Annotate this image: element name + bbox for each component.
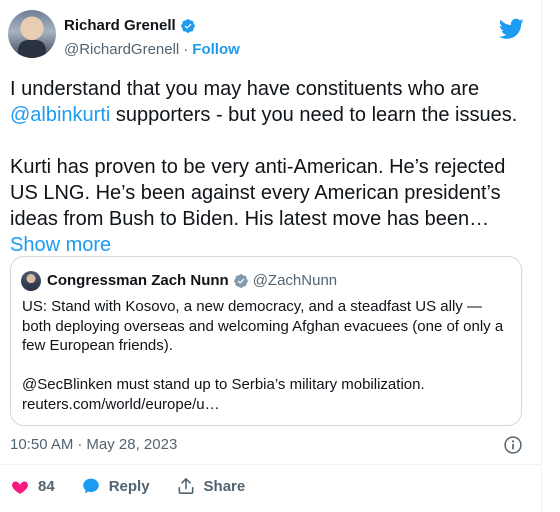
heart-icon: [12, 481, 28, 494]
dot-separator: ·: [77, 436, 83, 453]
share-icon: [178, 478, 194, 494]
follow-button[interactable]: Follow: [192, 41, 240, 58]
quoted-line: @SecBlinken must stand up to Serbia’s mi…: [22, 376, 425, 393]
action-bar: 84 Reply Share: [10, 476, 245, 496]
mention-link[interactable]: @albinkurti: [10, 104, 110, 126]
share-button[interactable]: Share: [176, 476, 246, 496]
reply-bubble-icon: [82, 478, 99, 494]
tweet-paragraph-1: I understand that you may have constitue…: [10, 76, 525, 128]
author-avatar[interactable]: [8, 10, 56, 58]
author-handle[interactable]: @RichardGrenell: [64, 41, 179, 58]
tweet-text: Kurti has proven to be very anti-America…: [10, 156, 506, 230]
quoted-author-avatar: [21, 271, 41, 291]
tweet-text: supporters - but you need to learn the i…: [110, 104, 518, 126]
quoted-tweet-body: US: Stand with Kosovo, a new democracy, …: [22, 297, 514, 414]
like-count: 84: [38, 477, 55, 495]
divider: [0, 464, 541, 465]
twitter-bird-icon[interactable]: [499, 16, 524, 41]
tweet-date: May 28, 2023: [86, 436, 178, 453]
author-handle-row: @RichardGrenell · Follow: [64, 41, 240, 58]
tweet-body: I understand that you may have constitue…: [10, 76, 525, 258]
author-name-row: Richard Grenell: [64, 17, 196, 34]
quoted-tweet[interactable]: Congressman Zach Nunn @ZachNunn US: Stan…: [10, 256, 522, 426]
tweet-card: Richard Grenell @RichardGrenell · Follow…: [0, 0, 542, 512]
info-icon[interactable]: [503, 435, 523, 455]
verified-badge-icon: [233, 273, 248, 288]
quoted-author-row: Congressman Zach Nunn @ZachNunn: [47, 272, 337, 289]
quoted-author-name: Congressman Zach Nunn: [47, 272, 229, 289]
reply-label: Reply: [108, 477, 150, 495]
share-label: Share: [203, 477, 246, 495]
dot-separator: ·: [183, 41, 189, 58]
quoted-author-handle: @ZachNunn: [252, 272, 338, 289]
quoted-paragraph-2: @SecBlinken must stand up to Serbia’s mi…: [22, 375, 514, 414]
tweet-time: 10:50 AM: [10, 436, 74, 453]
quoted-paragraph-1: US: Stand with Kosovo, a new democracy, …: [22, 298, 504, 354]
verified-badge-icon: [180, 18, 195, 33]
tweet-text: I understand that you may have constitue…: [10, 78, 480, 100]
author-name[interactable]: Richard Grenell: [64, 17, 176, 34]
tweet-paragraph-2: Kurti has proven to be very anti-America…: [10, 154, 525, 258]
reply-button[interactable]: Reply: [81, 476, 150, 496]
tweet-timestamp[interactable]: 10:50 AM · May 28, 2023: [10, 436, 177, 453]
show-more-link[interactable]: Show more: [10, 234, 111, 256]
like-button[interactable]: 84: [10, 476, 55, 496]
quoted-link: reuters.com/world/europe/u…: [22, 395, 220, 413]
